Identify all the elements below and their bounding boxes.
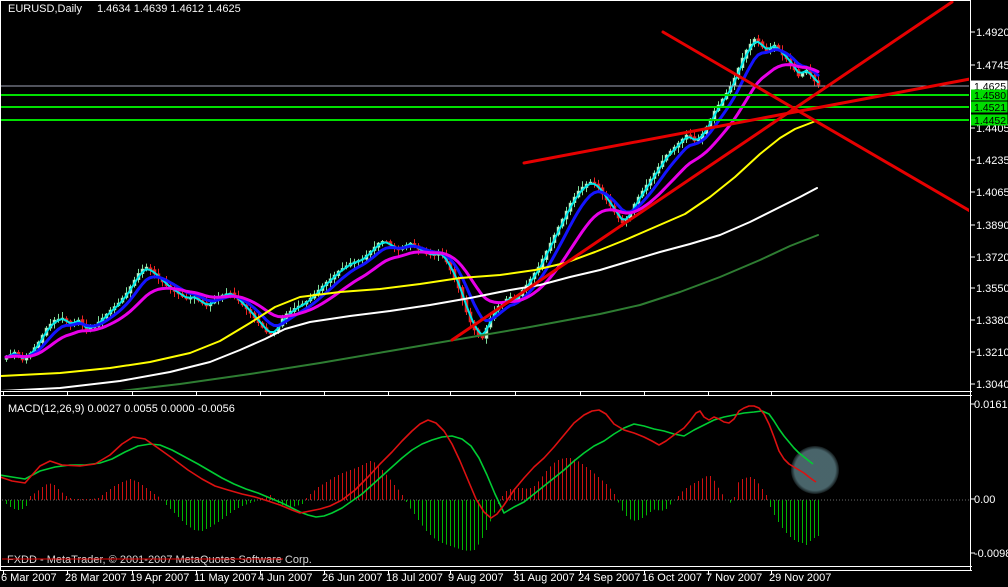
price-tick-label: 1.4920 [976, 27, 1008, 39]
main-price-pane[interactable] [0, 1, 970, 392]
date-label: 19 Apr 2007 [130, 572, 189, 584]
macd-tick-label: -0.0098 [974, 548, 1008, 560]
level-label: 1.4452 [974, 115, 1006, 127]
price-tick-label: 1.3210 [976, 347, 1008, 359]
price-tick-label: 1.3890 [976, 220, 1008, 232]
price-tick-label: 1.3040 [976, 379, 1008, 391]
date-label: 4 Jun 2007 [258, 572, 312, 584]
price-tick-label: 1.3720 [976, 252, 1008, 264]
date-label: 7 Nov 2007 [706, 572, 762, 584]
fast-cyan-line [5, 40, 819, 359]
date-label: 31 Aug 2007 [513, 572, 575, 584]
macd-histogram [6, 458, 819, 551]
date-label: 9 Aug 2007 [448, 572, 504, 584]
macd-indicator-label: MACD(12,26,9) 0.0027 0.0055 0.0000 -0.00… [8, 403, 235, 415]
slow-magenta-line [4, 63, 820, 359]
macd-pane[interactable] [0, 405, 970, 560]
date-label: 26 Jun 2007 [322, 572, 383, 584]
price-tick-label: 1.4235 [976, 155, 1008, 167]
date-label: 29 Nov 2007 [769, 572, 831, 584]
date-label: 24 Sep 2007 [578, 572, 640, 584]
price-axis: 1.49201.47451.44051.42351.40651.38901.37… [970, 27, 1008, 560]
level-label: 1.4521 [974, 102, 1006, 114]
price-tick-label: 1.3550 [976, 283, 1008, 295]
date-label: 6 Mar 2007 [1, 572, 57, 584]
level-label: 1.4580 [974, 90, 1006, 102]
price-tick-label: 1.3380 [976, 315, 1008, 327]
date-label: 18 Jul 2007 [386, 572, 443, 584]
date-label: 28 Mar 2007 [65, 572, 127, 584]
mt4-chart-window[interactable]: EURUSD,Daily 1.4634 1.4639 1.4612 1.4625… [0, 0, 1008, 587]
price-tick-label: 1.4745 [976, 60, 1008, 72]
chart-title-symbol: EURUSD,Daily [8, 3, 82, 15]
price-tick-label: 1.4065 [976, 187, 1008, 199]
platform-watermark: FXDD - MetaTrader, © 2001-2007 MetaQuote… [7, 554, 312, 566]
green-ma-line [120, 234, 819, 390]
macd-tick-label: 0.00 [974, 494, 995, 506]
steep-up-trendline[interactable] [450, 1, 954, 342]
white-ma-line [1, 187, 818, 390]
date-label: 11 May 2007 [194, 572, 257, 584]
macd-tick-label: 0.0161 [974, 399, 1008, 411]
date-label: 16 Oct 2007 [642, 572, 702, 584]
macd-main-line [1, 405, 817, 519]
chart-canvas[interactable]: EURUSD,Daily 1.4634 1.4639 1.4612 1.4625… [0, 0, 1008, 587]
chart-title-ohlc: 1.4634 1.4639 1.4612 1.4625 [97, 3, 241, 15]
